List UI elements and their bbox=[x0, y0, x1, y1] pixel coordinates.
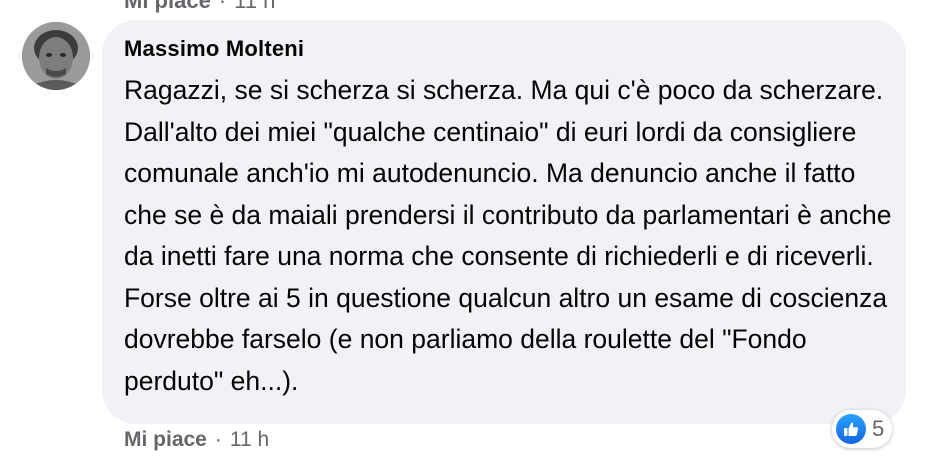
like-link[interactable]: Mi piace bbox=[124, 428, 207, 452]
comment-bubble: Massimo Molteni Ragazzi, se si scherza s… bbox=[102, 20, 906, 424]
previous-comment-actions: Mi piace · 11 h bbox=[124, 0, 275, 14]
comment-text: Ragazzi, se si scherza si scherza. Ma qu… bbox=[124, 75, 892, 396]
avatar-photo-icon bbox=[22, 22, 90, 90]
actions-separator: · bbox=[214, 428, 222, 451]
comment-thread: Mi piace · 11 h Massimo Molteni Ragazzi,… bbox=[0, 0, 932, 470]
previous-timestamp[interactable]: 11 h bbox=[234, 0, 275, 14]
reaction-summary[interactable]: 5 bbox=[832, 410, 893, 448]
reaction-count: 5 bbox=[872, 416, 885, 441]
comment-author[interactable]: Massimo Molteni bbox=[124, 36, 304, 62]
comment-actions: Mi piace · 11 h bbox=[124, 428, 269, 452]
comment-timestamp[interactable]: 11 h bbox=[230, 428, 269, 452]
previous-like-link[interactable]: Mi piace bbox=[124, 0, 211, 14]
like-thumb-icon bbox=[836, 414, 866, 444]
previous-separator: · bbox=[218, 0, 227, 13]
avatar[interactable] bbox=[22, 22, 90, 90]
